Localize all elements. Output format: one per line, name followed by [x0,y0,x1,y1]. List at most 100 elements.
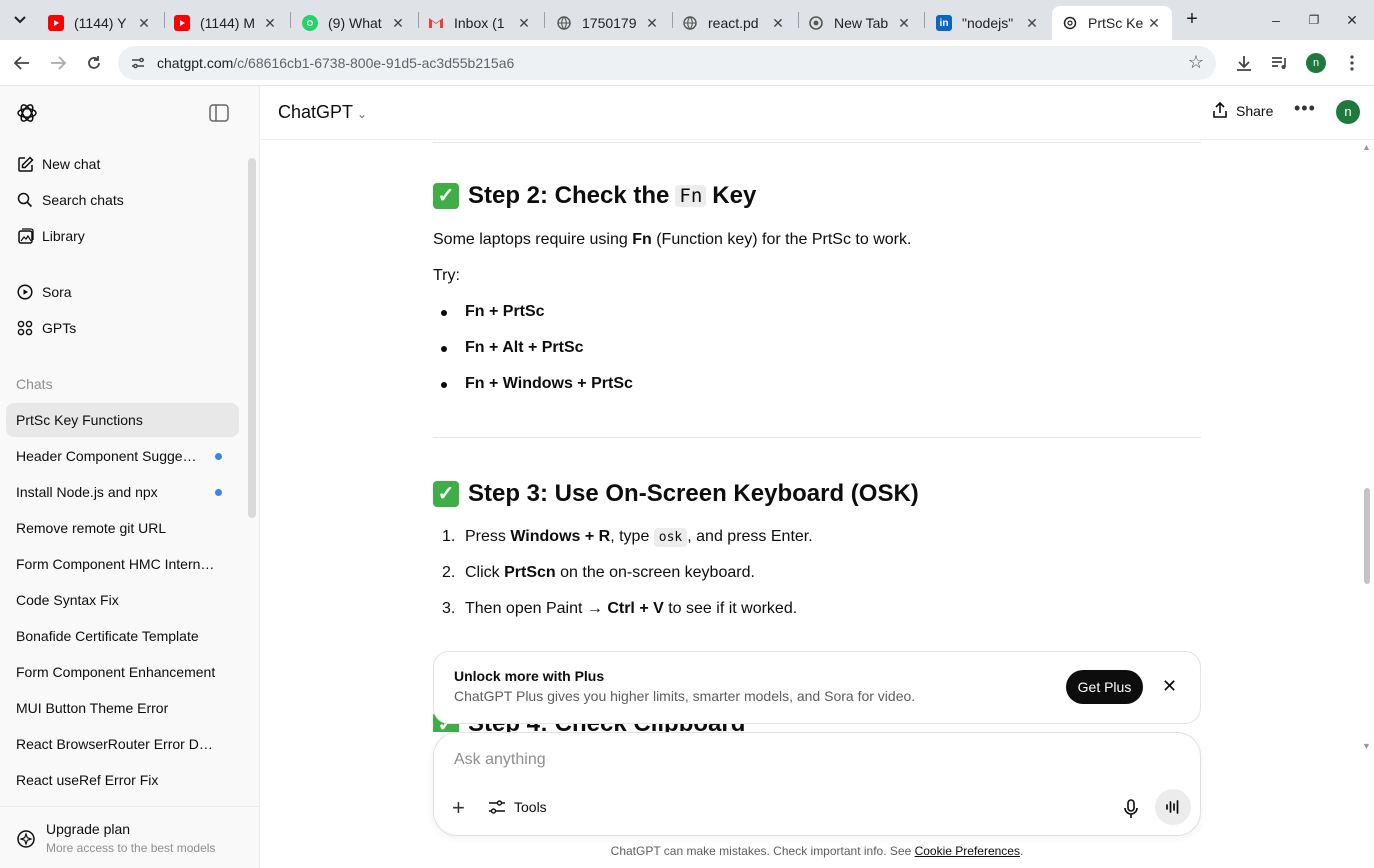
browser-tab-bar: (1144) Y ✕ (1144) M ✕ (9) What ✕ Inbox (… [0,0,1374,40]
text-run: on the on-screen keyboard. [555,564,755,581]
tools-button[interactable]: Tools [488,799,547,815]
bold-text: Fn [632,231,652,248]
chat-item-label: PrtSc Key Functions [16,412,143,428]
media-controls-icon[interactable] [1269,52,1291,74]
chat-item-react-browserrouter[interactable]: React BrowserRouter Error De… [6,727,239,761]
close-tab-icon[interactable]: ✕ [136,15,152,32]
chat-item-prtsc-key-functions[interactable]: PrtSc Key Functions [6,403,239,437]
browser-tab-linkedin[interactable]: in "nodejs" ✕ [926,6,1050,40]
restore-icon[interactable]: ❐ [1304,10,1324,30]
close-tab-icon[interactable]: ✕ [644,15,660,32]
tab-title: react.pd [708,15,759,31]
tools-sliders-icon [489,800,505,814]
chat-item-install-node[interactable]: Install Node.js and npx [6,475,239,509]
bold-text: Windows + R [510,528,611,545]
close-window-icon[interactable]: ✕ [1342,10,1362,30]
chat-item-header-component[interactable]: Header Component Sugge… [6,439,239,473]
sidebar-toggle-icon[interactable] [209,104,229,122]
microphone-icon[interactable] [1122,799,1140,819]
chat-item-form-component-enhancement[interactable]: Form Component Enhancement [6,655,239,689]
banner-subtitle: ChatGPT Plus gives you higher limits, sm… [454,688,916,704]
back-arrow-icon[interactable] [11,52,33,74]
gmail-icon [428,15,444,31]
close-tab-icon[interactable]: ✕ [1024,15,1040,32]
address-bar[interactable]: chatgpt.com/c/68616cb1-6738-800e-91d5-ac… [118,46,1216,80]
close-tab-icon[interactable]: ✕ [770,15,786,32]
browser-profile-avatar[interactable]: n [1306,53,1326,73]
close-tab-icon[interactable]: ✕ [516,15,532,32]
tab-title: (1144) M [200,15,255,31]
search-chats-button[interactable]: Search chats [6,183,239,217]
list-item: Fn + Alt + PrtSc [465,339,584,356]
chat-item-react-useref[interactable]: React useRef Error Fix [6,763,239,797]
close-icon[interactable]: ✕ [1162,676,1177,697]
prompt-input[interactable]: Ask anything [454,751,546,769]
bookmark-star-icon[interactable]: ☆ [1188,52,1204,73]
new-chat-button[interactable]: New chat [6,147,239,181]
search-chats-label: Search chats [42,192,124,208]
library-button[interactable]: Library [6,219,239,253]
chat-item-remove-remote-git[interactable]: Remove remote git URL [6,511,239,545]
close-tab-icon[interactable]: ✕ [262,15,278,32]
upgrade-plan-button[interactable]: Upgrade plan More access to the best mod… [0,806,259,868]
browser-menu-kebab-icon[interactable] [1341,52,1363,74]
browser-tab-new-tab[interactable]: New Tab ✕ [798,6,922,40]
text-run: Then open Paint → [465,600,608,617]
text-run: to see if it worked. [663,600,798,617]
browser-tab-gmail[interactable]: Inbox (1 ✕ [418,6,542,40]
new-tab-plus-icon[interactable]: + [1180,8,1204,32]
reload-icon[interactable] [83,52,105,74]
download-icon[interactable] [1233,52,1255,74]
youtube-icon [48,15,64,31]
minimize-icon[interactable]: – [1266,10,1286,30]
scroll-down-arrow-icon[interactable]: ▼ [1362,741,1371,751]
tab-title: (1144) Y [74,15,127,31]
chat-scrollbar[interactable] [1364,488,1370,584]
cookie-preferences-link[interactable]: Cookie Preferences [915,844,1020,858]
upgrade-plan-subtitle: More access to the best models [46,841,216,855]
chat-item-form-component-hmc[interactable]: Form Component HMC Intern… [6,547,239,581]
gpts-label: GPTs [42,320,77,336]
upgrade-plan-title: Upgrade plan [46,821,131,837]
browser-tab-youtube-1[interactable]: (1144) Y ✕ [38,6,162,40]
chat-item-mui-button-theme[interactable]: MUI Button Theme Error [6,691,239,725]
chat-item-label: Install Node.js and npx [16,484,158,500]
voice-mode-button[interactable] [1155,789,1191,825]
grid-icon [16,319,34,337]
text-run: , type [610,528,654,545]
list-number: 1. [442,528,456,545]
openai-logo-icon[interactable] [16,102,38,124]
browser-tab-youtube-2[interactable]: (1144) M ✕ [164,6,288,40]
forward-arrow-icon[interactable] [47,52,69,74]
tools-label: Tools [514,799,547,815]
share-button[interactable]: Share [1212,102,1273,119]
sora-button[interactable]: Sora [6,275,239,309]
tab-search-chevron-icon[interactable] [8,8,32,32]
sidebar-scrollbar[interactable] [248,158,256,518]
close-tab-icon[interactable]: ✕ [390,15,406,32]
more-options-icon[interactable]: ••• [1294,98,1316,119]
chat-item-code-syntax-fix[interactable]: Code Syntax Fix [6,583,239,617]
chats-heading: Chats [16,376,53,392]
browser-tab-globe-2[interactable]: react.pd ✕ [672,6,796,40]
scroll-up-arrow-icon[interactable]: ▲ [1362,142,1371,152]
bullet-dot [441,346,447,352]
browser-tab-globe-1[interactable]: 1750179 ✕ [546,6,670,40]
banner-title: Unlock more with Plus [454,668,605,684]
user-avatar[interactable]: n [1336,100,1360,124]
chat-item-bonafide-certificate[interactable]: Bonafide Certificate Template [6,619,239,653]
browser-tab-chatgpt-active[interactable]: PrtSc Ke ✕ [1052,6,1172,40]
browser-tab-whatsapp[interactable]: (9) What ✕ [292,6,416,40]
site-info-tune-icon[interactable] [130,55,146,71]
attach-plus-icon[interactable]: + [452,795,465,821]
plus-upsell-banner: Unlock more with Plus ChatGPT Plus gives… [433,651,1201,724]
model-selector[interactable]: ChatGPT ⌄ [278,102,367,123]
chat-item-label: Remove remote git URL [16,520,167,536]
list-number: 3. [442,600,456,617]
voice-waveform-icon [1166,800,1179,814]
text-run: (Function key) for the PrtSc to work. [651,231,912,248]
close-tab-icon[interactable]: ✕ [896,15,912,32]
gpts-button[interactable]: GPTs [6,311,239,345]
close-tab-icon[interactable]: ✕ [1146,15,1162,32]
get-plus-button[interactable]: Get Plus [1066,670,1143,704]
